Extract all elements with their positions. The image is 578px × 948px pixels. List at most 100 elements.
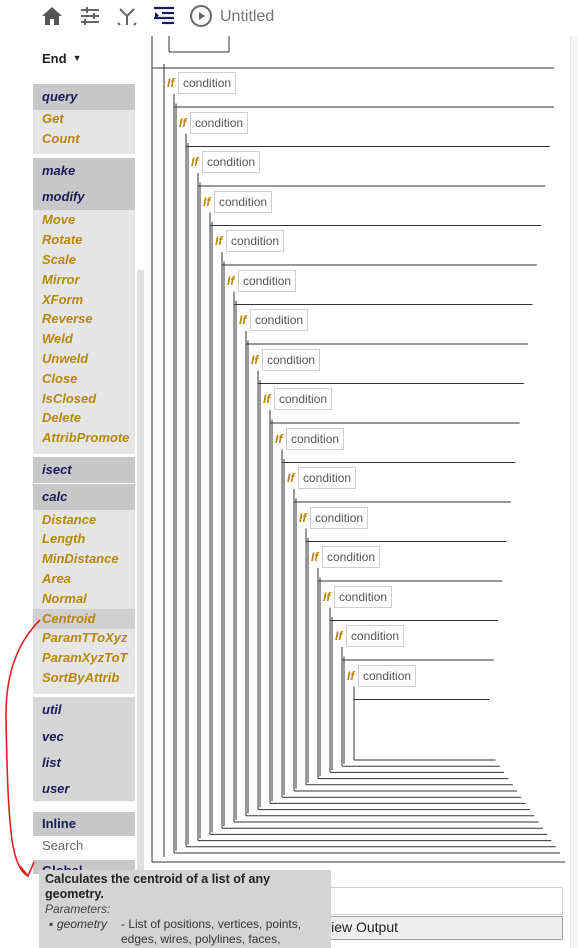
flowchart-title[interactable]: Untitled (220, 8, 274, 26)
category-inline[interactable]: Inline (33, 812, 135, 836)
if-keyword: If (335, 629, 343, 643)
category-label: Inline (42, 816, 76, 831)
condition-input[interactable]: condition (238, 269, 297, 292)
condition-input[interactable]: condition (190, 111, 249, 134)
play-icon[interactable] (189, 4, 213, 28)
search-placeholder: Search (42, 838, 84, 853)
if-keyword: If (251, 352, 259, 367)
category-label: query (42, 89, 78, 104)
condition-input[interactable]: condition (286, 427, 345, 450)
if-keyword: If (347, 668, 355, 683)
condition-input[interactable]: condition (202, 151, 261, 173)
function-reverse[interactable]: Reverse (42, 311, 93, 326)
procedure-dropdown[interactable]: End ▼ (42, 51, 81, 66)
function-close[interactable]: Close (42, 371, 77, 386)
tooltip-param-name: geometry (57, 917, 108, 931)
tooltip-param-description: - List of positions, vertices, points, e… (121, 917, 302, 946)
condition-input[interactable]: condition (310, 506, 369, 529)
function-distance[interactable]: Distance (42, 512, 96, 527)
function-move[interactable]: Move (42, 212, 75, 227)
function-count[interactable]: Count (42, 131, 80, 146)
canvas-scrollbar[interactable] (570, 36, 578, 948)
condition-input[interactable]: condition (334, 585, 393, 608)
function-tooltip: Calculates the centroid of a list of any… (39, 870, 331, 948)
function-search-input[interactable]: Search (33, 836, 135, 858)
if-keyword: If (167, 76, 175, 90)
category-query[interactable]: query (33, 84, 135, 110)
condition-input[interactable]: condition (226, 230, 285, 252)
function-paramxyztot[interactable]: ParamXyzToT (42, 650, 128, 665)
category-calc[interactable]: calc (33, 484, 135, 510)
function-scale[interactable]: Scale (42, 252, 76, 267)
condition-input[interactable]: condition (298, 467, 357, 489)
category-list[interactable]: list (33, 750, 135, 776)
function-length[interactable]: Length (42, 531, 85, 546)
function-rotate[interactable]: Rotate (42, 232, 82, 247)
function-unweld[interactable]: Unweld (42, 351, 88, 366)
if-keyword: If (323, 589, 331, 604)
condition-input[interactable]: condition (262, 348, 321, 371)
toolbar: Untitled (0, 0, 578, 36)
if-keyword: If (299, 510, 307, 525)
category-user[interactable]: user (33, 776, 135, 802)
if-keyword: If (191, 155, 199, 169)
condition-input[interactable]: condition (358, 664, 417, 687)
if-keyword: If (203, 194, 211, 209)
condition-input[interactable]: condition (178, 72, 237, 94)
function-normal[interactable]: Normal (42, 591, 87, 606)
caret-down-icon: ▼ (72, 53, 82, 63)
function-get[interactable]: Get (42, 111, 64, 126)
home-icon[interactable] (40, 4, 64, 28)
category-isect[interactable]: isect (33, 457, 135, 483)
procedure-canvas[interactable]: If condition If condition If condition If condi… (145, 36, 570, 866)
function-area[interactable]: Area (42, 571, 71, 586)
function-paramttoxyz[interactable]: ParamTToXyz (42, 630, 128, 645)
function-xform[interactable]: XForm (42, 292, 83, 307)
if-keyword: If (287, 471, 295, 485)
category-label: vec (42, 729, 64, 744)
merge-icon[interactable] (115, 4, 139, 28)
condition-input[interactable]: condition (346, 625, 405, 647)
if-keyword: If (227, 273, 235, 288)
if-keyword: If (275, 431, 283, 446)
category-label: list (42, 755, 61, 770)
function-centroid[interactable]: Centroid (42, 611, 95, 626)
bullet-icon: ▪ (49, 917, 54, 931)
tooltip-description: Calculates the centroid of a list of any… (45, 872, 271, 901)
if-keyword: If (311, 550, 319, 564)
category-label: calc (42, 489, 68, 504)
panel-scrollbar[interactable] (137, 270, 144, 870)
tooltip-params-label: Parameters: (45, 902, 111, 916)
condition-input[interactable]: condition (274, 388, 333, 410)
category-label: isect (42, 462, 72, 477)
condition-input[interactable]: condition (322, 546, 381, 568)
if-keyword: If (215, 234, 223, 248)
console-box (299, 887, 563, 915)
function-isclosed[interactable]: IsClosed (42, 391, 96, 406)
function-attribpromote[interactable]: AttribPromote (42, 430, 129, 445)
function-delete[interactable]: Delete (42, 410, 81, 425)
if-keyword: If (263, 392, 271, 406)
category-vec[interactable]: vec (33, 724, 135, 750)
category-label: util (42, 702, 62, 717)
view-output-button[interactable]: View Output (299, 916, 563, 940)
category-label: user (42, 781, 70, 796)
if-keyword: If (239, 313, 247, 327)
function-sortbyattrib[interactable]: SortByAttrib (42, 670, 119, 685)
category-modify[interactable]: modify (33, 184, 135, 210)
sliders-icon[interactable] (78, 4, 102, 28)
function-weld[interactable]: Weld (42, 331, 73, 346)
category-util[interactable]: util (33, 697, 135, 723)
category-label: make (42, 163, 76, 178)
left-gutter (0, 36, 33, 948)
button-label: View Output (322, 919, 399, 935)
condition-input[interactable]: condition (250, 309, 309, 331)
category-make[interactable]: make (33, 158, 135, 184)
if-keyword: If (179, 115, 187, 130)
category-label: modify (42, 189, 85, 204)
dropdown-value: End (42, 51, 67, 66)
function-mindistance[interactable]: MinDistance (42, 551, 119, 566)
condition-input[interactable]: condition (214, 190, 273, 213)
function-mirror[interactable]: Mirror (42, 272, 80, 287)
align-right-icon[interactable] (152, 4, 176, 28)
